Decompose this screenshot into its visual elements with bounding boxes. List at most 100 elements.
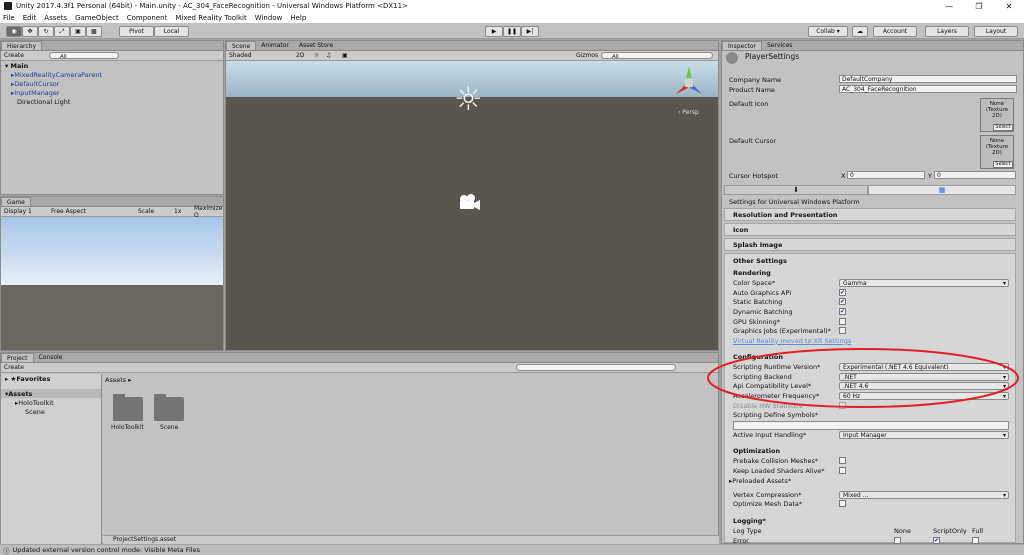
tab-scene[interactable]: Scene [226,41,257,50]
assets-breadcrumb[interactable]: Assets ▸ [105,376,131,384]
play-button[interactable]: ▶ [485,26,503,37]
scene-root-item[interactable]: ▾ Main [1,61,223,70]
maximize-button[interactable]: ❐ [964,0,994,12]
color-space-dropdown[interactable]: Gamma [839,279,1009,287]
tab-animator[interactable]: Animator [256,41,294,50]
camera-icon[interactable] [458,193,482,211]
active-input-dropdown[interactable]: Input Manager [839,431,1009,439]
favorites-item[interactable]: ▸ ★ Favorites [1,374,101,383]
error-none-checkbox[interactable] [894,537,901,544]
accelerometer-frequency-dropdown[interactable]: 60 Hz [839,392,1009,400]
step-button[interactable]: ▶| [521,26,539,37]
display-dropdown[interactable]: Display 1 [4,208,32,215]
rotate-tool-icon[interactable]: ↻ [38,26,54,37]
hierarchy-item[interactable]: ▸ MixedRealityCameraParent [1,70,223,79]
shading-mode-dropdown[interactable]: Shaded [229,52,252,59]
collab-button[interactable]: Collab ▾ [808,26,848,37]
menu-window[interactable]: Window [255,14,283,22]
menu-mixed-reality-toolkit[interactable]: Mixed Reality Toolkit [175,14,246,22]
audio-toggle-icon[interactable]: ♫ [326,52,331,59]
scale-value[interactable]: 1x [174,208,181,215]
hierarchy-item[interactable]: ▸ DefaultCursor [1,79,223,88]
minimize-button[interactable]: — [934,0,964,12]
aspect-dropdown[interactable]: Free Aspect [51,208,86,215]
default-icon-select-button[interactable]: Select [993,124,1013,131]
default-cursor-select-button[interactable]: Select [993,161,1013,168]
hotspot-x-field[interactable]: 0 [847,171,925,179]
graphics-jobs-checkbox[interactable] [839,327,846,334]
optimize-mesh-checkbox[interactable] [839,500,846,507]
default-cursor-slot[interactable]: None (Texture 2D) Select [980,135,1014,169]
hand-tool-icon[interactable]: ◉ [6,26,22,37]
auto-graphics-api-checkbox[interactable]: ✔ [839,289,846,296]
hierarchy-search-input[interactable]: All [49,52,119,60]
gizmos-dropdown[interactable]: Gizmos [576,52,598,59]
section-resolution[interactable]: Resolution and Presentation [724,208,1016,221]
tab-game[interactable]: Game [1,197,31,206]
company-name-field[interactable]: DefaultCompany [839,75,1017,83]
assets-item[interactable]: ▾ Assets [1,389,101,398]
tree-folder-item[interactable]: Scene [1,407,101,416]
close-button[interactable]: ✕ [994,0,1024,12]
default-icon-slot[interactable]: None (Texture 2D) Select [980,98,1014,132]
hierarchy-create-button[interactable]: Create [4,52,24,59]
persp-label[interactable]: ‹ Persp [678,109,699,116]
folder-icon[interactable] [154,394,184,421]
scene-gizmo-icon[interactable] [674,66,704,98]
cloud-icon[interactable]: ☁ [852,26,868,37]
layers-dropdown[interactable]: Layers [925,26,969,37]
scripting-define-symbols-field[interactable] [733,421,1009,430]
project-search-input[interactable] [516,364,676,371]
disable-hw-statistics-checkbox[interactable] [839,402,846,409]
directional-light-icon[interactable]: ☼ [454,83,483,115]
scripting-runtime-dropdown[interactable]: Experimental (.NET 4.6 Equivalent) [839,363,1009,371]
error-full-checkbox[interactable] [972,537,979,544]
pause-button[interactable]: ❚❚ [503,26,521,37]
tab-project[interactable]: Project [1,353,34,362]
rect-tool-icon[interactable]: ▣ [70,26,86,37]
menu-gameobject[interactable]: GameObject [75,14,119,22]
local-button[interactable]: Local [154,26,189,37]
section-icon[interactable]: Icon [724,223,1016,236]
tab-inspector[interactable]: Inspector [722,41,762,50]
hierarchy-item[interactable]: ▸ InputManager [1,88,223,97]
vr-settings-link[interactable]: Virtual Reality moved to XR Settings [733,336,851,345]
section-splash-image[interactable]: Splash Image [724,238,1016,251]
menu-file[interactable]: File [3,14,15,22]
transform-tool-icon[interactable]: ▩ [86,26,102,37]
menu-component[interactable]: Component [127,14,168,22]
hotspot-y-field[interactable]: 0 [934,171,1016,179]
project-create-button[interactable]: Create [4,364,24,371]
error-scriptonly-checkbox[interactable]: ✔ [933,537,940,544]
windows-platform-tab-icon[interactable]: ▦ [868,185,1016,195]
scripting-backend-dropdown[interactable]: .NET [839,373,1009,381]
prebake-checkbox[interactable] [839,457,846,464]
preloaded-assets-foldout[interactable]: ▸ Preloaded Assets* [729,476,791,485]
api-compatibility-dropdown[interactable]: .NET 4.6 [839,382,1009,390]
scale-tool-icon[interactable]: ⤢ [54,26,70,37]
menu-help[interactable]: Help [290,14,306,22]
tab-hierarchy[interactable]: Hierarchy [1,41,43,50]
folder-icon[interactable] [113,394,143,421]
menu-assets[interactable]: Assets [44,14,67,22]
standalone-platform-tab-icon[interactable]: ⬇ [724,185,868,195]
layout-dropdown[interactable]: Layout [974,26,1018,37]
menu-edit[interactable]: Edit [23,14,37,22]
tab-services[interactable]: Services [762,41,797,50]
tab-asset-store[interactable]: Asset Store [294,41,338,50]
keep-shaders-checkbox[interactable] [839,467,846,474]
effects-dropdown-icon[interactable]: ▣ [342,52,348,59]
vertex-compression-dropdown[interactable]: Mixed ... [839,491,1009,499]
move-tool-icon[interactable]: ✥ [22,26,38,37]
tab-console[interactable]: Console [34,353,68,362]
static-batching-checkbox[interactable]: ✔ [839,298,846,305]
hierarchy-item[interactable]: Directional Light [1,97,223,106]
dynamic-batching-checkbox[interactable]: ✔ [839,308,846,315]
account-dropdown[interactable]: Account [873,26,917,37]
gpu-skinning-checkbox[interactable] [839,318,846,325]
pivot-button[interactable]: Pivot [119,26,154,37]
light-toggle-icon[interactable]: ☼ [314,52,319,59]
2d-toggle[interactable]: 2D [296,52,304,59]
scene-search-input[interactable]: All [601,52,713,60]
maximize-on-play-button[interactable]: Maximize O [194,205,223,219]
